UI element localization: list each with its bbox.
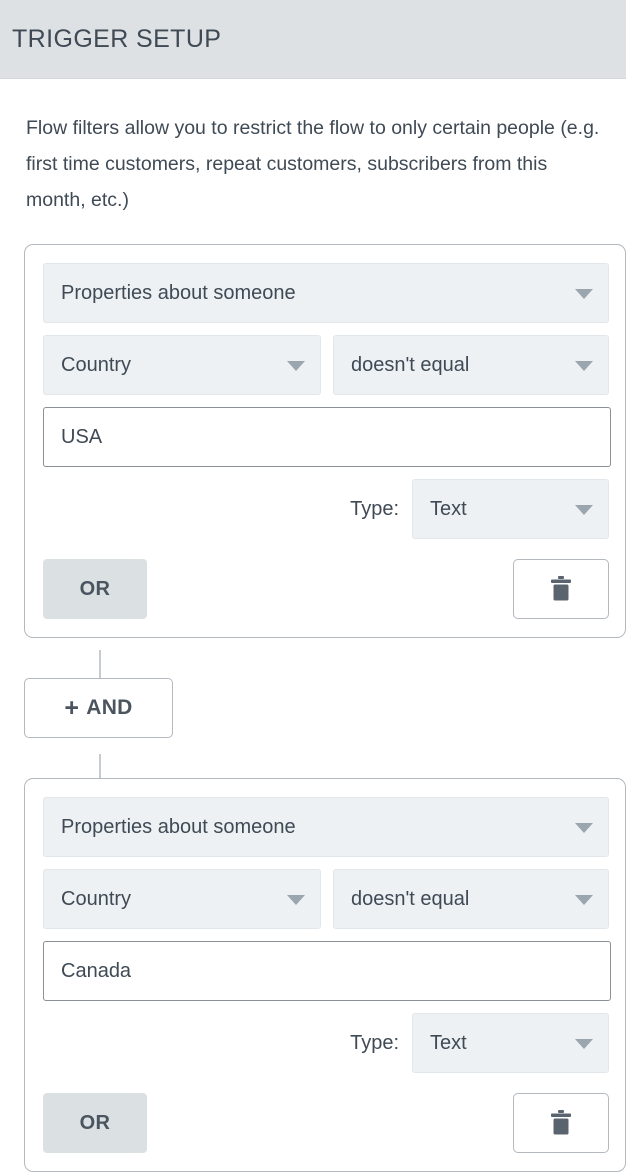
- and-button-label: AND: [86, 696, 133, 719]
- property-operator-row: Country doesn't equal: [43, 335, 609, 395]
- filter-tree: Properties about someone Country doesn't…: [0, 244, 626, 1172]
- value-input[interactable]: [43, 941, 611, 1001]
- operator-select-value: doesn't equal: [351, 887, 470, 910]
- trash-icon: [551, 576, 571, 601]
- type-select-value: Text: [430, 497, 467, 520]
- chevron-down-icon: [575, 289, 593, 299]
- type-row: Type: Text: [43, 1013, 609, 1073]
- source-select[interactable]: Properties about someone: [43, 263, 609, 323]
- chevron-down-icon: [575, 1039, 593, 1049]
- operator-select-value: doesn't equal: [351, 353, 470, 376]
- or-button[interactable]: OR: [43, 1093, 147, 1153]
- property-operator-row: Country doesn't equal: [43, 869, 609, 929]
- property-select[interactable]: Country: [43, 869, 321, 929]
- chevron-down-icon: [287, 361, 305, 371]
- source-select-value: Properties about someone: [61, 281, 296, 304]
- and-button-wrap: + AND: [24, 678, 626, 738]
- type-label: Type:: [350, 1031, 399, 1054]
- chevron-down-icon: [287, 895, 305, 905]
- type-select-value: Text: [430, 1031, 467, 1054]
- type-row: Type: Text: [43, 479, 609, 539]
- operator-select[interactable]: doesn't equal: [333, 335, 609, 395]
- filter-group-card: Properties about someone Country doesn't…: [24, 244, 626, 638]
- property-select-value: Country: [61, 353, 132, 376]
- delete-filter-button[interactable]: [513, 559, 609, 619]
- page-title: TRIGGER SETUP: [12, 24, 222, 53]
- property-select-value: Country: [61, 887, 132, 910]
- add-and-condition-button[interactable]: + AND: [24, 678, 173, 738]
- value-input[interactable]: [43, 407, 611, 467]
- delete-filter-button[interactable]: [513, 1093, 609, 1153]
- trigger-setup-header: TRIGGER SETUP: [0, 0, 626, 79]
- filter-group-card: Properties about someone Country doesn't…: [24, 778, 626, 1172]
- type-select[interactable]: Text: [412, 1013, 609, 1073]
- or-button[interactable]: OR: [43, 559, 147, 619]
- card-footer-row: OR: [43, 559, 609, 619]
- operator-select[interactable]: doesn't equal: [333, 869, 609, 929]
- card-footer-row: OR: [43, 1093, 609, 1153]
- plus-icon: +: [64, 693, 80, 722]
- chevron-down-icon: [575, 505, 593, 515]
- chevron-down-icon: [575, 361, 593, 371]
- chevron-down-icon: [575, 895, 593, 905]
- property-select[interactable]: Country: [43, 335, 321, 395]
- type-select[interactable]: Text: [412, 479, 609, 539]
- chevron-down-icon: [575, 823, 593, 833]
- flow-filter-description: Flow filters allow you to restrict the f…: [26, 117, 600, 211]
- source-select-value: Properties about someone: [61, 815, 296, 838]
- type-label: Type:: [350, 497, 399, 520]
- source-select[interactable]: Properties about someone: [43, 797, 609, 857]
- trash-icon: [551, 1110, 571, 1135]
